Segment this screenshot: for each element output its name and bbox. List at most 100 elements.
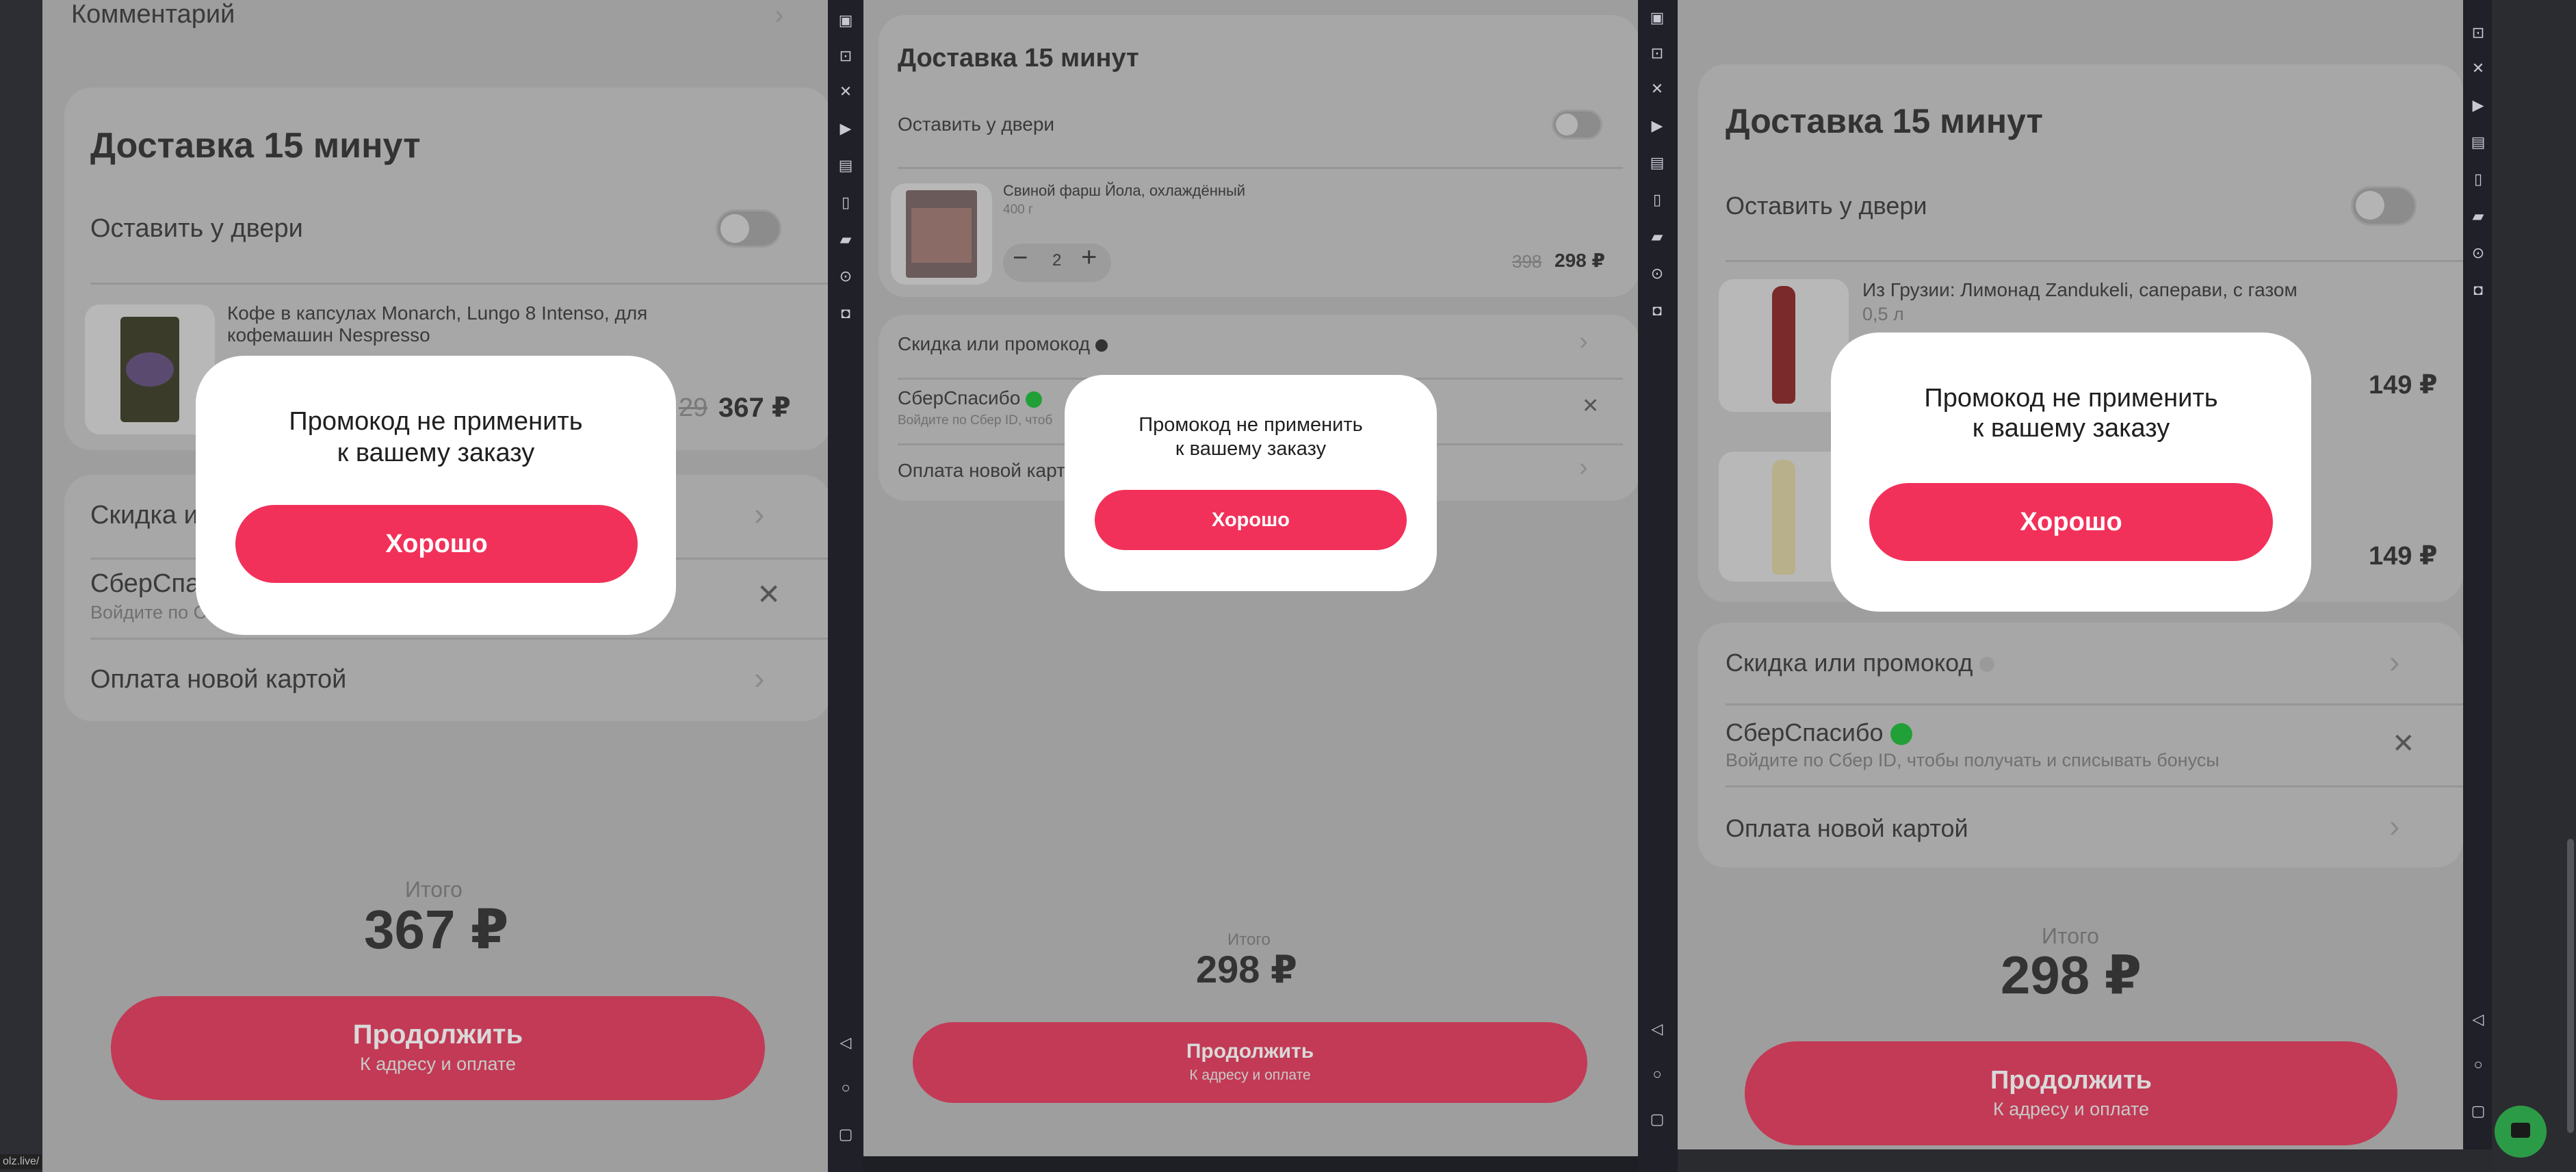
discount-row-label[interactable]: Скидка или промокод [1726,649,1995,677]
old-price: 29 [679,393,708,422]
location-icon[interactable]: ⊙ [1649,265,1665,282]
phone-icon[interactable]: ▯ [2470,171,2486,187]
screenshot-icon[interactable]: ▣ [837,12,854,29]
sber-spasibo-label: СберСпас [90,569,213,598]
delivery-title: Доставка 15 минут [1726,102,2044,140]
sber-label-text: СберСпасибо [898,387,1021,408]
back-icon[interactable]: ◁ [1649,1021,1665,1037]
sber-spasibo-subtitle: Войдите по Сбер ID, чтобы получать и спи… [1726,750,2220,770]
new-card-row-label[interactable]: Оплата новой картой [1726,814,1968,843]
continue-label: Продолжить [1990,1066,2152,1095]
plus-icon[interactable]: + [1081,242,1097,273]
robot-icon[interactable]: ⊡ [2470,25,2486,41]
new-card-row-label[interactable]: Оплата новой картой [90,665,346,694]
discount-label: Скидка или промокод [898,333,1091,354]
sber-spasibo-label: СберСпасибо [1726,718,1912,747]
home-icon[interactable]: ○ [1649,1066,1665,1082]
discount-label: Скидка или промокод [1726,649,1973,677]
location-icon[interactable]: ⊙ [837,268,854,285]
promo-error-dialog: Промокод не применить к вашему заказу Хо… [196,356,676,635]
video-icon[interactable]: ▶ [2470,97,2486,114]
continue-button[interactable]: Продолжить К адресу и оплате [111,996,765,1100]
scrollbar-thumb[interactable] [2567,839,2574,1133]
chat-button[interactable] [2495,1106,2547,1158]
camera-icon[interactable]: ◘ [2470,282,2486,298]
discount-row-label[interactable]: Скидка или промокод [898,333,1108,355]
delivery-title: Доставка 15 минут [898,44,1139,73]
folder-icon[interactable]: ▰ [1649,229,1665,245]
message-icon[interactable]: ▤ [837,157,854,174]
sber-label-text: СберСпасибо [1726,718,1884,746]
new-card-row-label[interactable]: Оплата новой карт [898,460,1065,482]
continue-button[interactable]: Продолжить К адресу и оплате [1745,1041,2397,1145]
home-icon[interactable]: ○ [837,1080,854,1096]
phone-icon[interactable]: ▯ [1649,192,1665,208]
video-icon[interactable]: ▶ [1649,118,1665,134]
sber-spasibo-subtitle: Войдите по Сбер ID, чтоб [898,413,1053,428]
leave-at-door-toggle[interactable] [716,209,781,248]
close-icon[interactable]: ✕ [1582,394,1599,418]
back-icon[interactable]: ◁ [837,1034,854,1051]
minus-icon[interactable]: − [1013,244,1028,273]
leave-at-door-toggle[interactable] [2351,186,2417,226]
close-icon[interactable]: ✕ [837,83,854,100]
video-icon[interactable]: ▶ [837,120,854,137]
info-dot-icon [1979,657,1995,673]
folder-icon[interactable]: ▰ [2470,208,2486,224]
left-edge [0,0,42,1172]
location-icon[interactable]: ⊙ [2470,245,2486,261]
total-value: 298 ₽ [2001,945,2142,1005]
chevron-right-icon: › [1579,327,1588,356]
message-icon[interactable]: ▤ [2470,134,2486,151]
product-name-line2: кофемашин Nespresso [227,324,430,346]
dialog-title-line1: Промокод не применить [289,407,583,436]
quantity-value: 2 [1052,251,1062,270]
close-icon[interactable]: ✕ [1649,81,1665,97]
camera-icon[interactable]: ◘ [837,305,854,322]
comment-row-label[interactable]: Комментарий [71,0,235,29]
dialog-ok-button[interactable]: Хорошо [1095,490,1407,550]
chat-bubble-icon [2511,1123,2530,1138]
promo-error-dialog: Промокод не применить к вашему заказу Хо… [1065,375,1437,591]
dialog-ok-button[interactable]: Хорошо [1869,483,2273,561]
dialog-title-line1: Промокод не применить [1139,414,1363,436]
close-icon[interactable]: ✕ [757,577,781,611]
product-volume: 0,5 л [1862,304,1904,324]
robot-icon[interactable]: ⊡ [837,48,854,64]
continue-subtitle: К адресу и оплате [1992,1099,2149,1119]
folder-icon[interactable]: ▰ [837,231,854,248]
continue-button[interactable]: Продолжить К адресу и оплате [913,1022,1587,1103]
dialog-title-line2: к вашему заказу [337,439,535,467]
back-icon[interactable]: ◁ [2470,1011,2486,1028]
total-value: 298 ₽ [1196,948,1297,991]
product-price: 149 ₽ [2369,371,2438,400]
browser-status-url: olz.live/ [0,1154,42,1169]
message-icon[interactable]: ▤ [1649,155,1665,171]
delivery-title: Доставка 15 минут [90,126,421,166]
recents-icon[interactable]: ▢ [837,1126,854,1143]
chevron-right-icon: › [754,660,765,696]
screenshot-icon[interactable]: ▣ [1649,10,1665,26]
leave-at-door-toggle[interactable] [1552,109,1602,140]
product-weight: 400 г [1003,203,1033,217]
recents-icon[interactable]: ▢ [1649,1111,1665,1128]
dialog-ok-button[interactable]: Хорошо [235,505,638,583]
home-icon[interactable]: ○ [2470,1056,2486,1073]
info-dot-icon [1095,339,1108,352]
leave-at-door-label: Оставить у двери [898,114,1055,135]
panel2-bottom-bar [863,1156,1638,1172]
dialog-title-line2: к вашему заказу [1972,414,2170,443]
phone-icon[interactable]: ▯ [837,194,854,211]
recents-icon[interactable]: ▢ [2470,1103,2486,1119]
product-name: Из Грузии: Лимонад Zandukeli, саперави, … [1862,279,2298,300]
robot-icon[interactable]: ⊡ [1649,45,1665,62]
discount-row-label[interactable]: Скидка и [90,501,198,530]
emulator-toolbar-1: ▣ ⊡ ✕ ▶ ▤ ▯ ▰ ⊙ ◘ ◁ ○ ▢ [828,0,863,1172]
phone-screen-3: Доставка 15 минут Оставить у двери Из Гр… [1678,0,2463,1149]
camera-icon[interactable]: ◘ [1649,302,1665,319]
close-icon[interactable]: ✕ [2392,728,2415,759]
divider [90,283,828,285]
chevron-right-icon: › [2389,644,2400,679]
close-icon[interactable]: ✕ [2470,60,2486,77]
total-value: 367 ₽ [364,899,509,960]
